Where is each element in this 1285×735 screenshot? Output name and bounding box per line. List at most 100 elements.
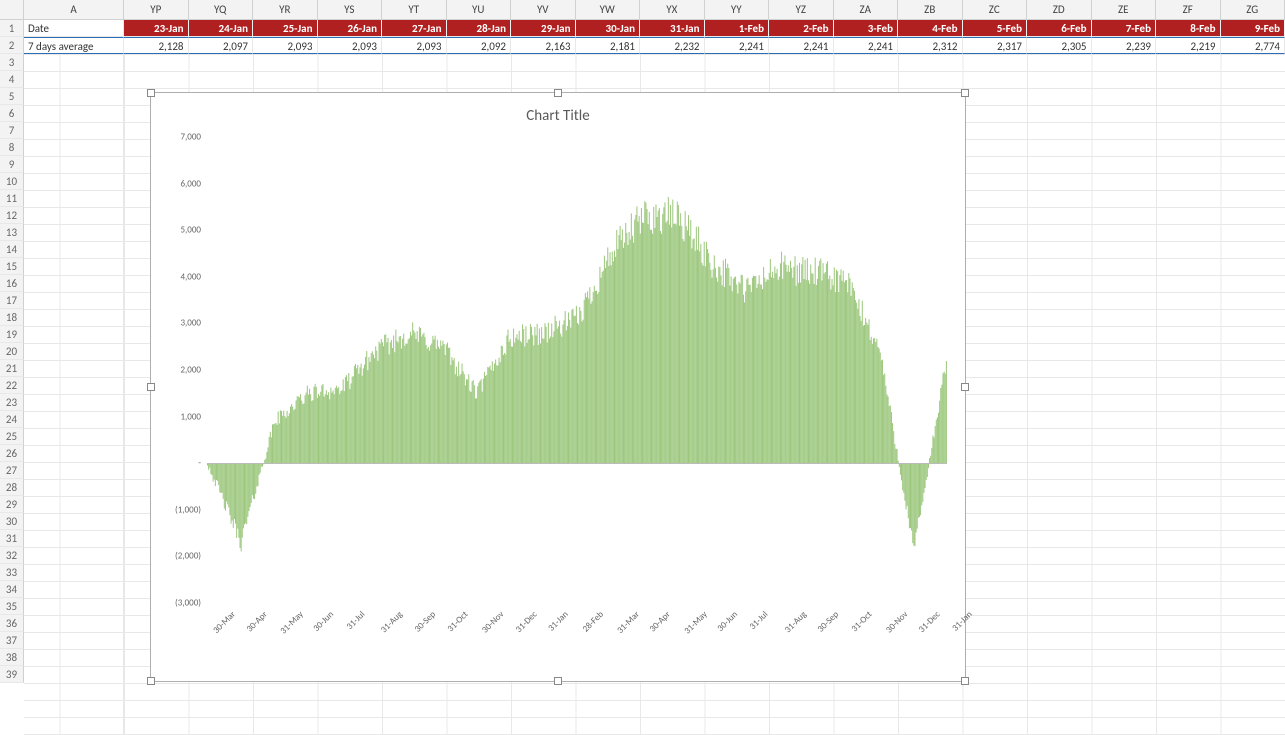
cell-row1-YR[interactable]: 25-Jan: [253, 20, 318, 37]
cell-A1[interactable]: Date: [24, 20, 124, 37]
row-header-25[interactable]: 25: [0, 428, 24, 445]
cell-row2-YZ[interactable]: 2,241: [769, 37, 834, 54]
column-header-YS[interactable]: YS: [318, 0, 383, 19]
row-header-35[interactable]: 35: [0, 598, 24, 615]
column-header-ZB[interactable]: ZB: [898, 0, 963, 19]
column-header-ZF[interactable]: ZF: [1156, 0, 1221, 19]
cell-row1-YQ[interactable]: 24-Jan: [189, 20, 254, 37]
column-header-YU[interactable]: YU: [447, 0, 512, 19]
column-header-ZE[interactable]: ZE: [1092, 0, 1157, 19]
row-header-23[interactable]: 23: [0, 394, 24, 411]
cell-row1-ZG[interactable]: 9-Feb: [1221, 20, 1285, 37]
row-header-5[interactable]: 5: [0, 88, 24, 105]
row-header-21[interactable]: 21: [0, 360, 24, 377]
row-header-27[interactable]: 27: [0, 462, 24, 479]
row-header-26[interactable]: 26: [0, 445, 24, 462]
cell-row1-YS[interactable]: 26-Jan: [318, 20, 383, 37]
cell-row2-YP[interactable]: 2,128: [124, 37, 189, 54]
column-header-ZD[interactable]: ZD: [1027, 0, 1092, 19]
cell-row1-ZC[interactable]: 5-Feb: [963, 20, 1028, 37]
column-header-ZA[interactable]: ZA: [834, 0, 899, 19]
row-header-30[interactable]: 30: [0, 513, 24, 530]
column-header-YV[interactable]: YV: [511, 0, 576, 19]
row-header-12[interactable]: 12: [0, 207, 24, 224]
row-header-15[interactable]: 15: [0, 258, 24, 275]
row-header-1[interactable]: 1: [0, 20, 24, 37]
column-header-A[interactable]: A: [24, 0, 124, 19]
row-header-11[interactable]: 11: [0, 190, 24, 207]
cell-row1-ZE[interactable]: 7-Feb: [1092, 20, 1157, 37]
column-header-YP[interactable]: YP: [124, 0, 189, 19]
cell-row1-YW[interactable]: 30-Jan: [576, 20, 641, 37]
cell-row2-YU[interactable]: 2,092: [447, 37, 512, 54]
cell-row2-YW[interactable]: 2,181: [576, 37, 641, 54]
row-header-38[interactable]: 38: [0, 649, 24, 666]
cell-row2-ZB[interactable]: 2,312: [898, 37, 963, 54]
row-header-34[interactable]: 34: [0, 581, 24, 598]
cell-row1-ZB[interactable]: 4-Feb: [898, 20, 963, 37]
cell-row2-ZC[interactable]: 2,317: [963, 37, 1028, 54]
column-header-YT[interactable]: YT: [382, 0, 447, 19]
embedded-chart[interactable]: Chart Title 7,0006,0005,0004,0003,0002,0…: [150, 92, 966, 682]
resize-handle-sw[interactable]: [147, 677, 155, 685]
chart-plot-area[interactable]: [207, 137, 947, 603]
cell-row1-YU[interactable]: 28-Jan: [447, 20, 512, 37]
cell-row2-ZG[interactable]: 2,774: [1221, 37, 1285, 54]
cell-row1-YV[interactable]: 29-Jan: [511, 20, 576, 37]
cell-row1-ZF[interactable]: 8-Feb: [1156, 20, 1221, 37]
cell-row2-YQ[interactable]: 2,097: [189, 37, 254, 54]
row-header-24[interactable]: 24: [0, 411, 24, 428]
row-header-14[interactable]: 14: [0, 241, 24, 258]
column-header-YQ[interactable]: YQ: [189, 0, 254, 19]
select-all-corner[interactable]: [0, 0, 24, 19]
row-header-10[interactable]: 10: [0, 173, 24, 190]
column-header-YW[interactable]: YW: [576, 0, 641, 19]
row-header-32[interactable]: 32: [0, 547, 24, 564]
row-header-29[interactable]: 29: [0, 496, 24, 513]
row-header-28[interactable]: 28: [0, 479, 24, 496]
cell-row2-YS[interactable]: 2,093: [318, 37, 383, 54]
row-header-22[interactable]: 22: [0, 377, 24, 394]
cell-row1-YZ[interactable]: 2-Feb: [769, 20, 834, 37]
row-header-7[interactable]: 7: [0, 122, 24, 139]
cell-row2-YV[interactable]: 2,163: [511, 37, 576, 54]
column-header-ZG[interactable]: ZG: [1221, 0, 1285, 19]
cell-row2-YR[interactable]: 2,093: [253, 37, 318, 54]
cell-row1-YT[interactable]: 27-Jan: [382, 20, 447, 37]
cell-row1-ZA[interactable]: 3-Feb: [834, 20, 899, 37]
column-header-ZC[interactable]: ZC: [963, 0, 1028, 19]
column-header-YX[interactable]: YX: [640, 0, 705, 19]
resize-handle-n[interactable]: [554, 89, 562, 97]
row-header-39[interactable]: 39: [0, 666, 24, 683]
cell-row1-YY[interactable]: 1-Feb: [705, 20, 770, 37]
cell-row2-ZD[interactable]: 2,305: [1027, 37, 1092, 54]
cell-row2-YX[interactable]: 2,232: [640, 37, 705, 54]
cell-row2-ZE[interactable]: 2,239: [1092, 37, 1157, 54]
cell-row1-YP[interactable]: 23-Jan: [124, 20, 189, 37]
row-header-3[interactable]: 3: [0, 54, 24, 71]
cell-row2-ZA[interactable]: 2,241: [834, 37, 899, 54]
row-header-13[interactable]: 13: [0, 224, 24, 241]
row-header-31[interactable]: 31: [0, 530, 24, 547]
column-header-YR[interactable]: YR: [253, 0, 318, 19]
row-header-2[interactable]: 2: [0, 37, 24, 54]
row-header-37[interactable]: 37: [0, 632, 24, 649]
row-header-9[interactable]: 9: [0, 156, 24, 173]
cell-row1-ZD[interactable]: 6-Feb: [1027, 20, 1092, 37]
cell-row2-YY[interactable]: 2,241: [705, 37, 770, 54]
row-header-4[interactable]: 4: [0, 71, 24, 88]
column-header-YZ[interactable]: YZ: [769, 0, 834, 19]
resize-handle-s[interactable]: [554, 677, 562, 685]
row-header-19[interactable]: 19: [0, 326, 24, 343]
cell-row2-ZF[interactable]: 2,219: [1156, 37, 1221, 54]
row-header-36[interactable]: 36: [0, 615, 24, 632]
cell-row2-YT[interactable]: 2,093: [382, 37, 447, 54]
cell-A2[interactable]: 7 days average: [24, 37, 124, 54]
chart-title[interactable]: Chart Title: [151, 93, 965, 131]
row-header-20[interactable]: 20: [0, 343, 24, 360]
row-header-17[interactable]: 17: [0, 292, 24, 309]
row-header-18[interactable]: 18: [0, 309, 24, 326]
resize-handle-nw[interactable]: [147, 89, 155, 97]
resize-handle-se[interactable]: [961, 677, 969, 685]
row-header-6[interactable]: 6: [0, 105, 24, 122]
